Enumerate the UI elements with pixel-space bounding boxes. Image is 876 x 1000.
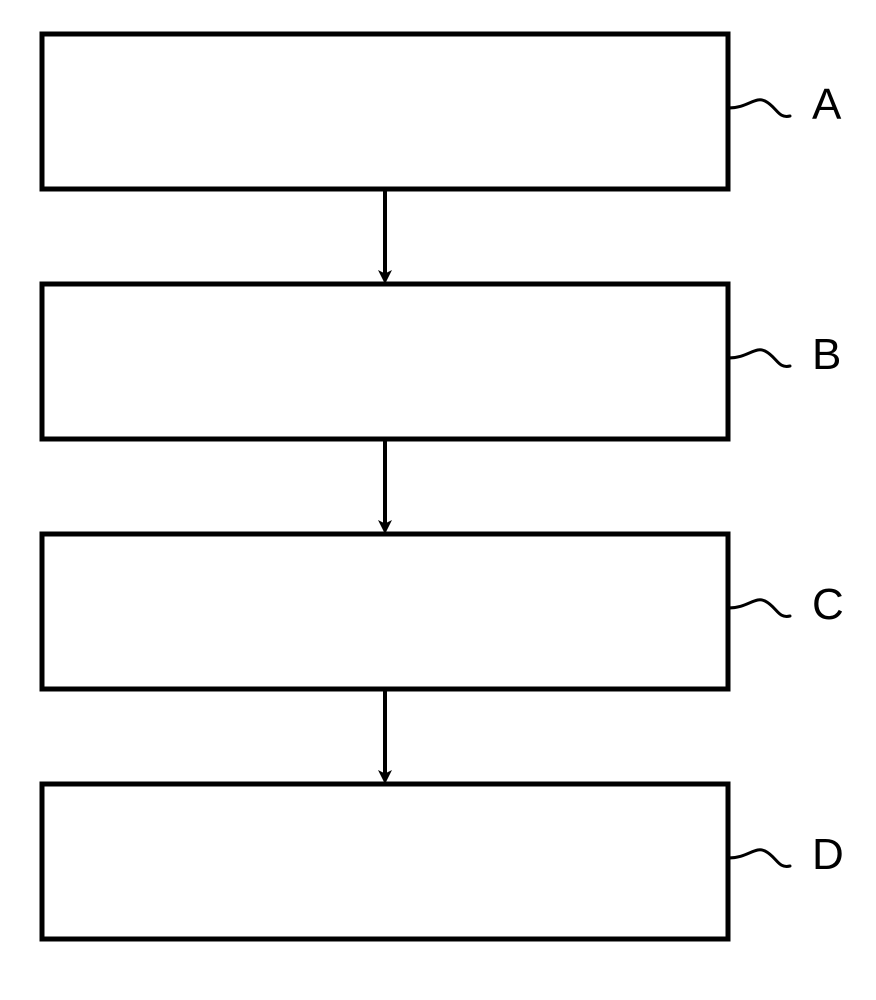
- box-d-label: D: [812, 830, 844, 879]
- box-b-label: B: [812, 330, 841, 379]
- box-d: [42, 784, 728, 939]
- box-c-label: C: [812, 580, 844, 629]
- box-b: [42, 284, 728, 439]
- box-b-leader: [728, 350, 790, 367]
- box-a-leader: [728, 100, 790, 117]
- box-d-leader: [728, 850, 790, 867]
- flow-diagram: A B C D: [0, 0, 876, 1000]
- box-c-leader: [728, 600, 790, 617]
- box-a: [42, 34, 728, 189]
- box-c: [42, 534, 728, 689]
- box-a-label: A: [812, 80, 842, 129]
